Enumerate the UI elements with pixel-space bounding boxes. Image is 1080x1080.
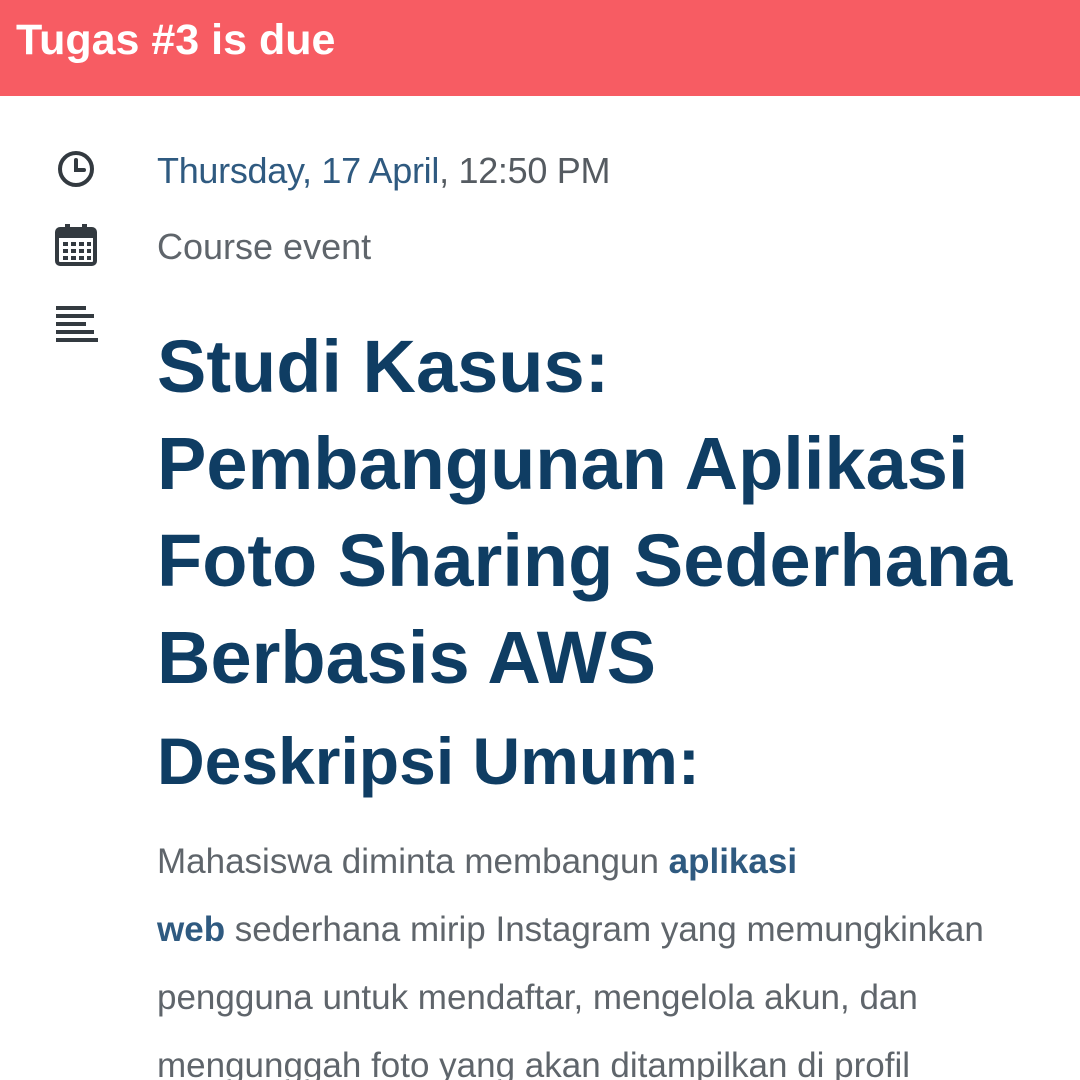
section-heading: Deskripsi Umum: <box>157 724 700 798</box>
event-time: , 12:50 PM <box>439 150 611 191</box>
title-line: Pembangunan Aplikasi <box>157 422 969 505</box>
calendar-icon <box>54 222 100 268</box>
event-date-link[interactable]: Thursday, 17 April, 12:50 PM <box>157 150 610 192</box>
event-page: Tugas #3 is due Thursday, 17 April, 12:5… <box>0 0 1080 1080</box>
bold-text: web <box>157 910 226 949</box>
event-type: Course event <box>157 226 372 267</box>
title-line: Berbasis AWS <box>157 616 656 699</box>
title-line: Studi Kasus: <box>157 325 610 408</box>
bold-text: aplikasi <box>668 842 798 881</box>
paragraph-line: pengguna untuk mendaftar, mengelola akun… <box>157 978 918 1017</box>
description-paragraph: Mahasiswa diminta membangun aplikasi web… <box>157 828 1080 1080</box>
paragraph-text: sederhana mirip Instagram yang memungkin… <box>225 910 984 949</box>
paragraph-line: mengunggah foto yang akan ditampilkan di… <box>157 1046 910 1080</box>
clock-icon <box>54 146 100 192</box>
banner-title: Tugas #3 is due <box>16 16 336 64</box>
title-line: Foto Sharing Sederhana <box>157 519 1013 602</box>
paragraph-line: web sederhana mirip Instagram yang memun… <box>157 896 1080 964</box>
event-date: Thursday, 17 April <box>157 150 440 191</box>
event-description: Studi Kasus: Pembangunan Aplikasi Foto S… <box>157 318 1080 1080</box>
event-title: Studi Kasus: Pembangunan Aplikasi Foto S… <box>157 318 1080 706</box>
paragraph-line: Mahasiswa diminta membangun aplikasi <box>157 828 1080 896</box>
description-icon <box>54 300 100 346</box>
event-banner: Tugas #3 is due <box>0 0 1080 96</box>
paragraph-text: Mahasiswa diminta membangun <box>157 842 669 881</box>
